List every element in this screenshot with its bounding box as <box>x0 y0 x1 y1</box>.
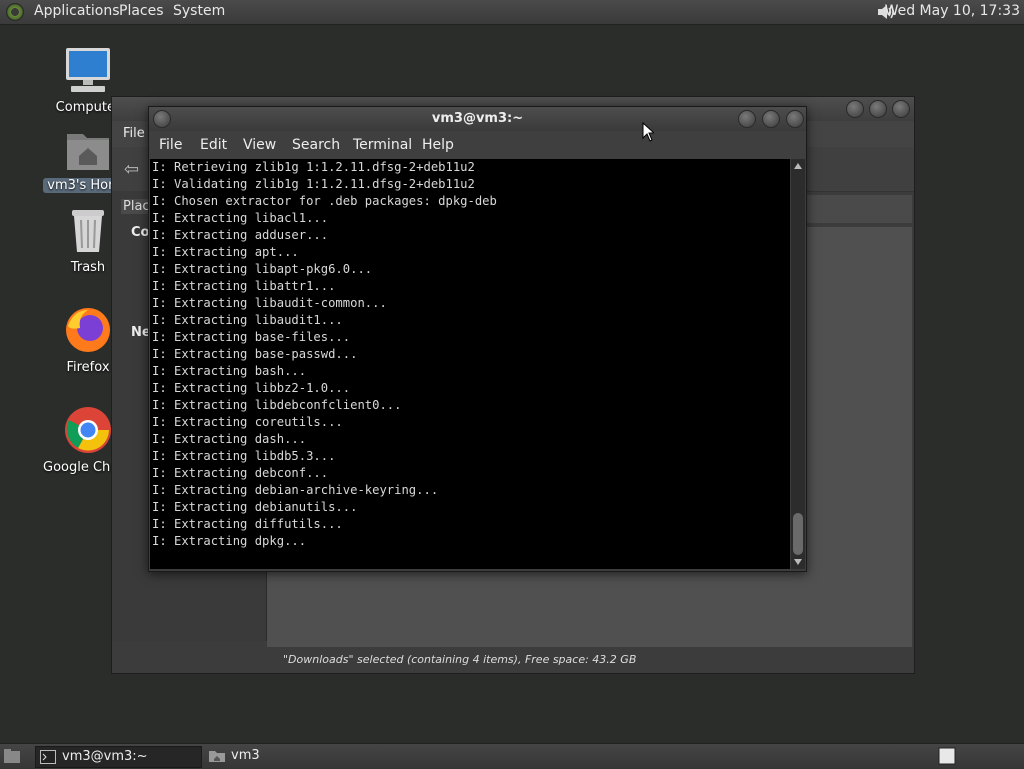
task-file-manager[interactable]: vm3 <box>205 746 365 766</box>
terminal-line: I: Extracting debianutils... <box>152 500 358 514</box>
back-arrow-icon[interactable]: ⇦ <box>124 159 139 180</box>
terminal-icon <box>40 750 56 764</box>
terminal-scrollbar[interactable] <box>791 159 805 569</box>
computer-icon <box>66 48 110 92</box>
menu-terminal[interactable]: Terminal <box>353 137 412 153</box>
menu-search[interactable]: Search <box>292 137 340 153</box>
terminal-line: I: Chosen extractor for .deb packages: d… <box>152 194 497 208</box>
minimize-icon[interactable] <box>846 100 864 118</box>
task-label: vm3 <box>231 748 260 763</box>
minimize-icon[interactable] <box>738 110 756 128</box>
home-folder-icon <box>67 134 109 170</box>
terminal-line: I: Extracting base-passwd... <box>152 347 358 361</box>
terminal-line: I: Extracting libacl1... <box>152 211 329 225</box>
close-icon[interactable] <box>786 110 804 128</box>
computer-section-header: Co <box>131 225 150 240</box>
trash-icon <box>72 210 104 252</box>
system-menu[interactable]: System <box>173 3 225 19</box>
chrome-icon <box>65 407 111 453</box>
status-bar: "Downloads" selected (containing 4 items… <box>283 653 637 666</box>
terminal-line: I: Extracting coreutils... <box>152 415 343 429</box>
terminal-text: I: Retrieving zlib1g 1:1.2.11.dfsg-2+deb… <box>150 159 790 550</box>
bottom-panel: vm3@vm3:~ vm3 <box>0 743 1024 769</box>
terminal-output[interactable]: I: Retrieving zlib1g 1:1.2.11.dfsg-2+deb… <box>150 159 790 569</box>
mouse-cursor-icon <box>642 122 654 142</box>
menu-edit[interactable]: Edit <box>200 137 227 153</box>
terminal-line: I: Extracting libbz2-1.0... <box>152 381 351 395</box>
firefox-icon <box>66 308 110 352</box>
terminal-line: I: Extracting debconf... <box>152 466 329 480</box>
terminal-line: I: Extracting dash... <box>152 432 307 446</box>
task-terminal[interactable]: vm3@vm3:~ <box>35 746 202 768</box>
terminal-line: I: Extracting adduser... <box>152 228 329 242</box>
places-menu[interactable]: Places <box>119 3 164 19</box>
terminal-line: I: Extracting apt... <box>152 245 299 259</box>
terminal-menubar: File Edit View Search Terminal Help <box>149 131 806 159</box>
file-menu[interactable]: File <box>123 126 145 141</box>
menu-view[interactable]: View <box>243 137 276 153</box>
scroll-thumb[interactable] <box>793 513 803 555</box>
menu-help[interactable]: Help <box>422 137 454 153</box>
terminal-line: I: Extracting libaudit-common... <box>152 296 387 310</box>
scroll-down-icon[interactable] <box>794 559 802 565</box>
top-panel: Applications Places System Wed May 10, 1… <box>0 0 1024 25</box>
workspace-switcher-icon[interactable] <box>938 747 956 765</box>
clock[interactable]: Wed May 10, 17:33 <box>885 3 1020 19</box>
terminal-line: I: Extracting libapt-pkg6.0... <box>152 262 373 276</box>
close-icon[interactable] <box>892 100 910 118</box>
terminal-line: I: Extracting bash... <box>152 364 307 378</box>
terminal-line: I: Extracting libdebconfclient0... <box>152 398 402 412</box>
terminal-line: I: Extracting libaudit1... <box>152 313 343 327</box>
show-desktop-icon[interactable] <box>3 748 21 764</box>
terminal-line: I: Extracting diffutils... <box>152 517 343 531</box>
menu-file[interactable]: File <box>159 137 182 153</box>
terminal-title: vm3@vm3:~ <box>431 111 524 126</box>
applications-menu[interactable]: Applications <box>34 3 120 19</box>
terminal-line: I: Extracting libdb5.3... <box>152 449 336 463</box>
terminal-line: I: Retrieving zlib1g 1:1.2.11.dfsg-2+deb… <box>152 160 475 174</box>
terminal-line: I: Extracting base-files... <box>152 330 351 344</box>
task-label: vm3@vm3:~ <box>62 749 148 764</box>
terminal-line: I: Extracting dpkg... <box>152 534 307 548</box>
terminal-titlebar[interactable]: vm3@vm3:~ <box>149 107 806 131</box>
maximize-icon[interactable] <box>762 110 780 128</box>
menu-logo-icon[interactable] <box>6 3 24 21</box>
maximize-icon[interactable] <box>869 100 887 118</box>
terminal-line: I: Validating zlib1g 1:1.2.11.dfsg-2+deb… <box>152 177 475 191</box>
scroll-up-icon[interactable] <box>794 163 802 169</box>
folder-icon <box>209 751 225 762</box>
terminal-window[interactable]: vm3@vm3:~ File Edit View Search Terminal… <box>148 106 807 572</box>
terminal-line: I: Extracting debian-archive-keyring... <box>152 483 439 497</box>
terminal-line: I: Extracting libattr1... <box>152 279 336 293</box>
